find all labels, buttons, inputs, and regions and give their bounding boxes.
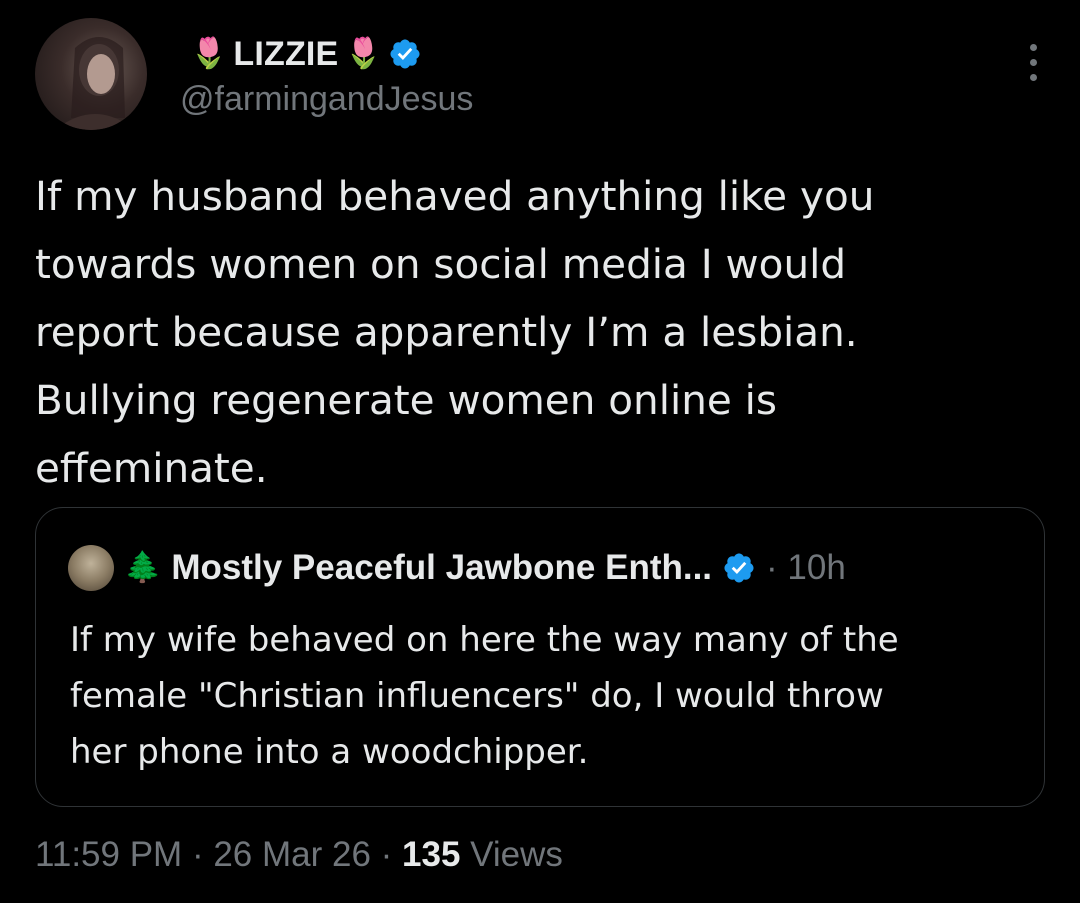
tweet-time[interactable]: 11:59 PM <box>35 835 182 874</box>
views-count: 135 <box>402 835 461 874</box>
quoted-author-name[interactable]: Mostly Peaceful Jawbone Enth... <box>171 548 712 588</box>
author-display-name[interactable]: LIZZIE <box>233 35 338 74</box>
quoted-tweet-header: 🌲 Mostly Peaceful Jawbone Enth... · 10h <box>68 544 846 592</box>
tweet-text: If my husband behaved anything like you … <box>35 172 875 492</box>
tweet-meta: 11:59 PM · 26 Mar 26 · 135 Views <box>35 835 563 875</box>
author-avatar[interactable] <box>35 18 147 130</box>
quoted-tweet-text: If my wife behaved on here the way many … <box>70 620 899 772</box>
author-handle[interactable]: @farmingandJesus <box>180 80 473 119</box>
meta-separator: · <box>182 835 214 874</box>
verified-badge-icon <box>390 39 420 69</box>
tulip-emoji: 🌷 <box>190 36 228 71</box>
views-label: Views <box>460 835 563 874</box>
quoted-author-avatar[interactable] <box>68 545 114 591</box>
quoted-tweet[interactable]: 🌲 Mostly Peaceful Jawbone Enth... · 10h … <box>35 507 1045 807</box>
more-options-icon[interactable] <box>1021 44 1045 100</box>
quoted-tweet-time[interactable]: · 10h <box>766 548 846 588</box>
tweet-header: 🌷 LIZZIE 🌷 @farmingandJesus <box>35 18 1045 133</box>
avatar-portrait-icon <box>55 37 135 130</box>
evergreen-tree-emoji: 🌲 <box>124 550 162 585</box>
verified-badge-icon <box>724 553 754 583</box>
tweet-date[interactable]: 26 Mar 26 <box>213 835 371 874</box>
meta-separator: · <box>370 835 403 874</box>
author-name-row[interactable]: 🌷 LIZZIE 🌷 <box>190 32 422 76</box>
tulip-emoji: 🌷 <box>344 36 382 71</box>
